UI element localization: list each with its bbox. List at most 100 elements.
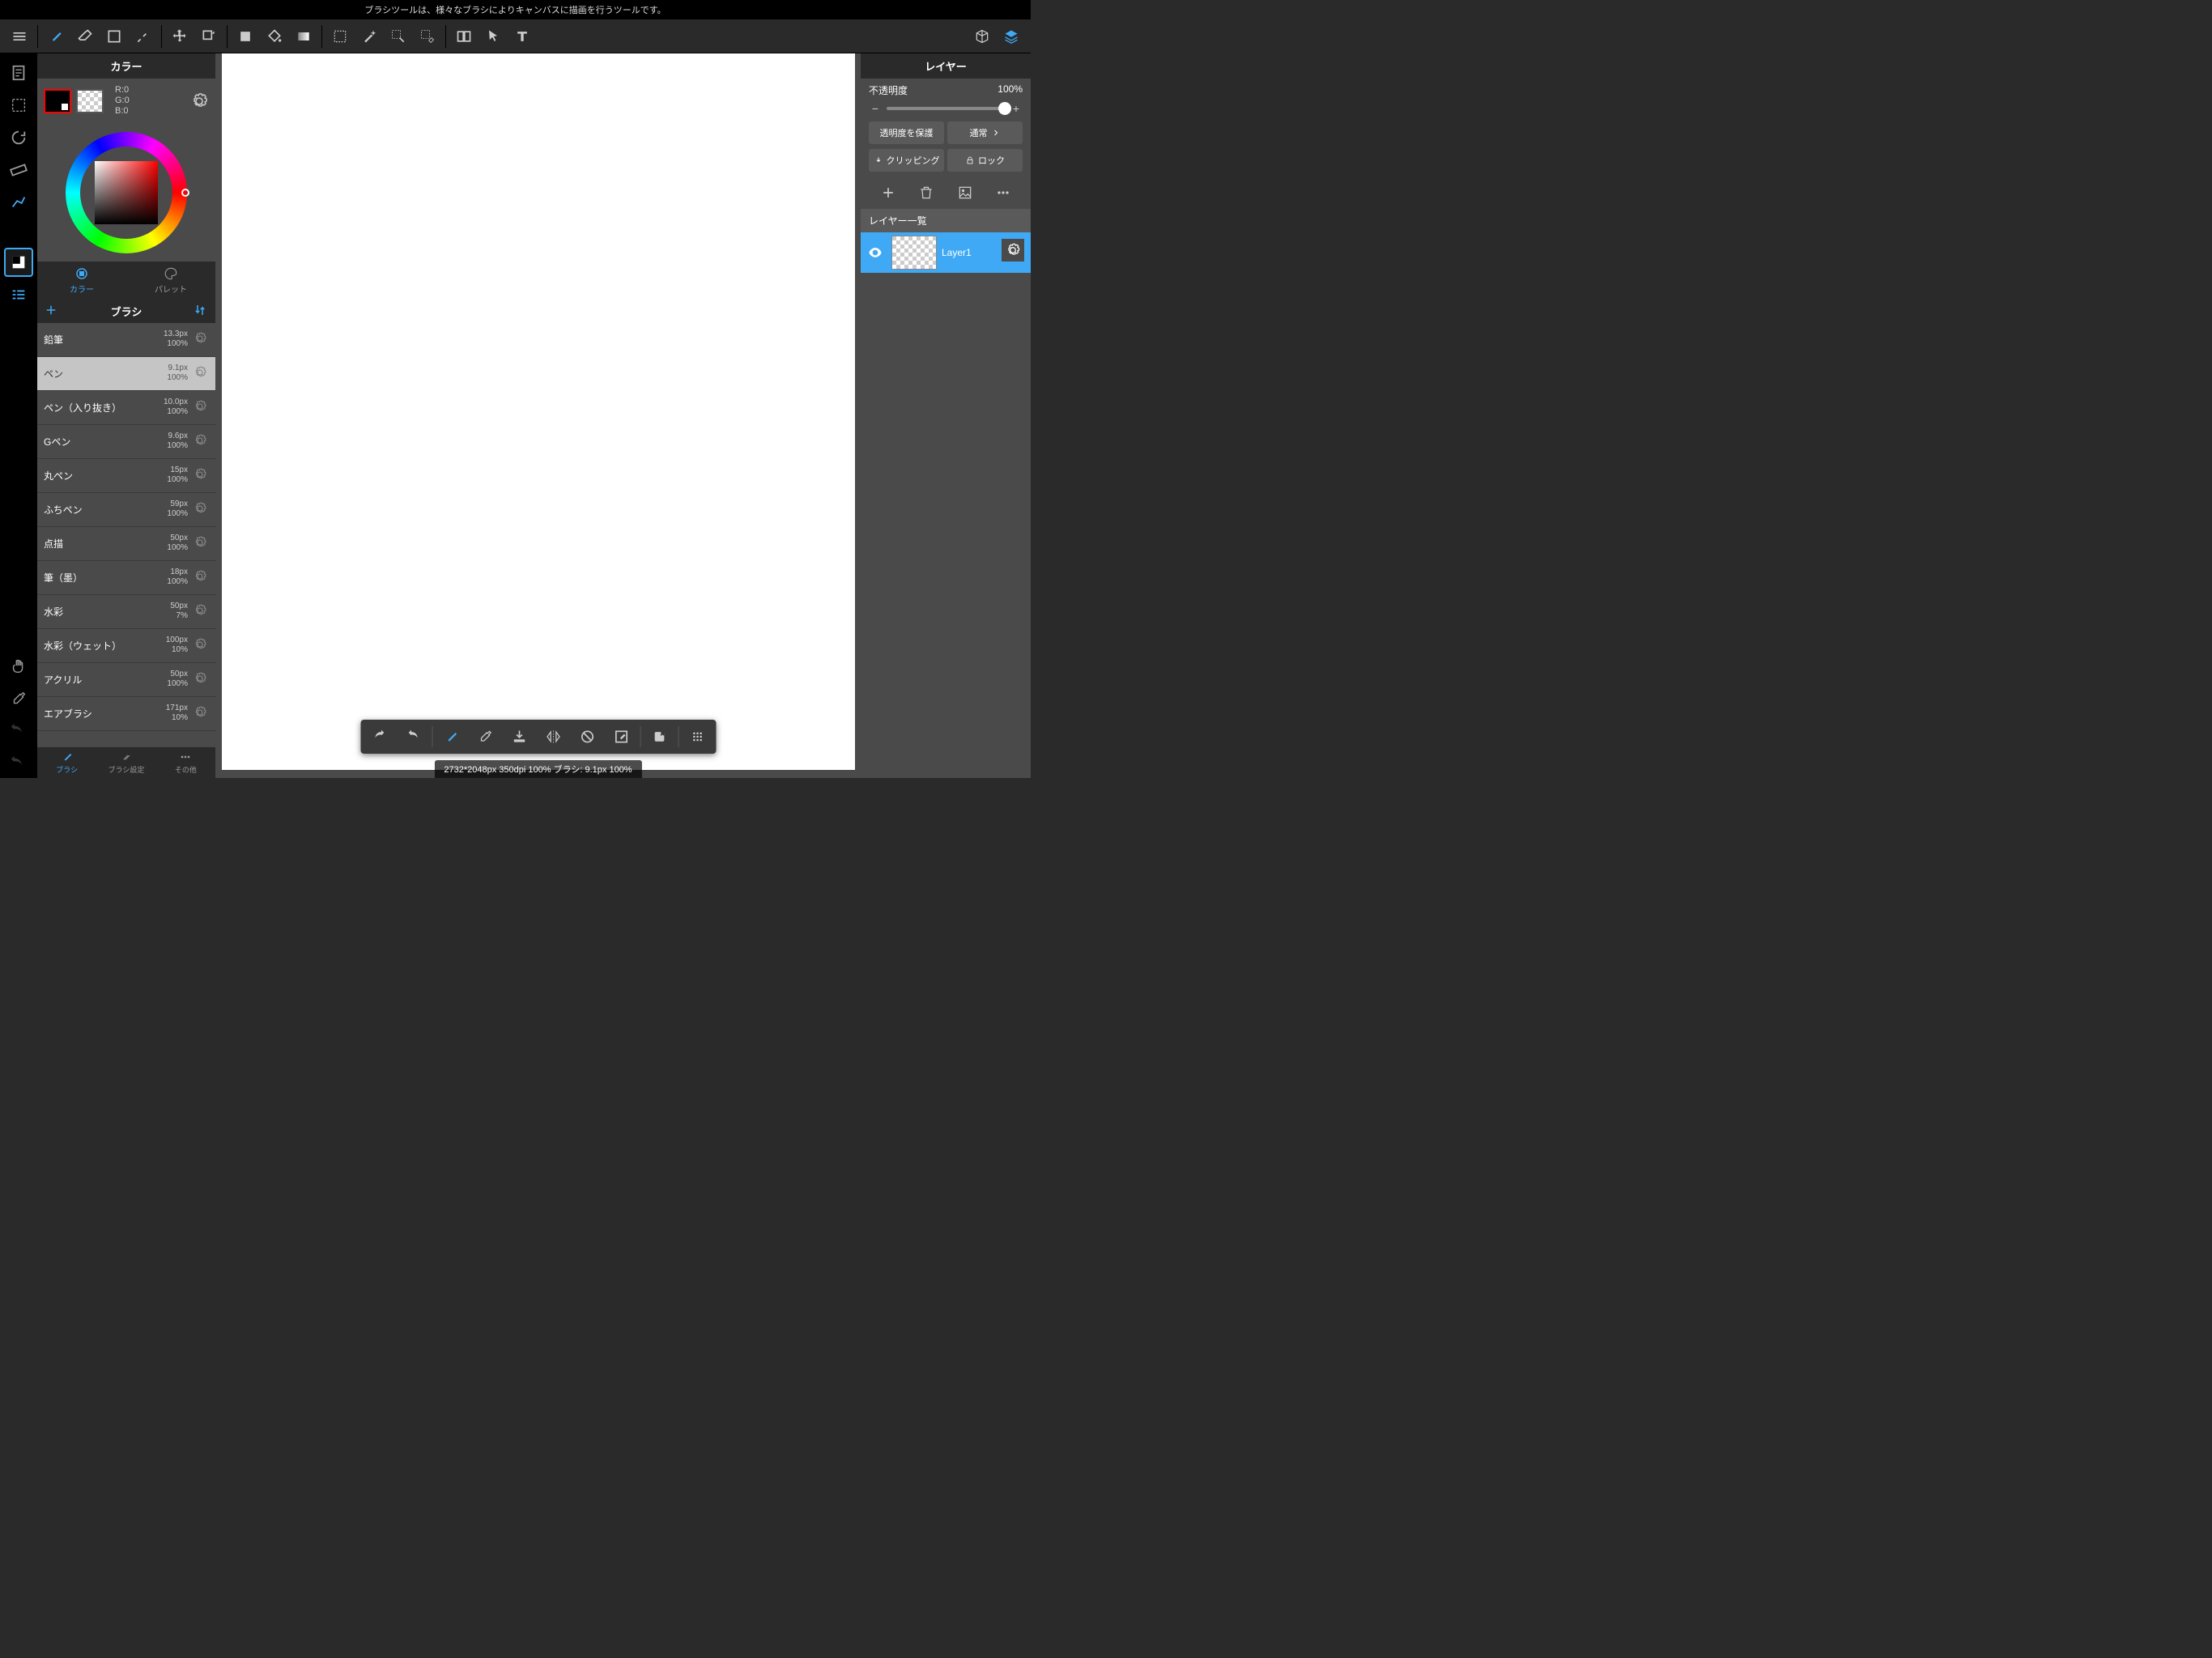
pointer-tool-icon[interactable] — [479, 22, 508, 51]
brush-footer-settings[interactable]: ブラシ設定 — [96, 747, 155, 778]
brush-footer-other[interactable]: その他 — [156, 747, 215, 778]
brush-footer-brush[interactable]: ブラシ — [37, 747, 96, 778]
brush-tool-icon[interactable] — [41, 22, 70, 51]
more-layer-icon[interactable] — [993, 183, 1013, 202]
brush-gear-icon[interactable] — [193, 603, 209, 619]
select-brush-icon[interactable] — [384, 22, 413, 51]
sort-brushes-icon[interactable] — [193, 303, 209, 320]
brush-name: アクリル — [44, 673, 167, 687]
layers-icon[interactable] — [997, 22, 1026, 51]
protect-alpha-button[interactable]: 透明度を保護 — [869, 121, 944, 144]
brush-values: 50px100% — [167, 534, 188, 553]
select-rect-icon[interactable] — [325, 22, 355, 51]
brush-gear-icon[interactable] — [193, 433, 209, 449]
brush-item[interactable]: Gペン 9.6px100% — [37, 425, 215, 459]
layer-visibility-icon[interactable] — [864, 241, 887, 264]
opacity-value: 100% — [998, 83, 1023, 97]
brush-gear-icon[interactable] — [193, 535, 209, 551]
eyedropper-tool-icon[interactable] — [4, 684, 33, 713]
brush-item[interactable]: 水彩 50px7% — [37, 595, 215, 629]
background-color-swatch[interactable] — [76, 89, 104, 113]
reference-tab-icon[interactable] — [4, 188, 33, 217]
brush-gear-icon[interactable] — [193, 467, 209, 483]
fill-tool-icon[interactable] — [231, 22, 260, 51]
color-tab[interactable]: カラー — [37, 261, 126, 300]
brush-item[interactable]: エアブラシ 171px10% — [37, 697, 215, 731]
add-brush-icon[interactable] — [44, 303, 60, 320]
magic-wand-icon[interactable] — [355, 22, 384, 51]
brush-item[interactable]: 点描 50px100% — [37, 527, 215, 561]
clipping-button[interactable]: クリッピング — [869, 149, 944, 172]
brush-item[interactable]: ペン（入り抜き） 10.0px100% — [37, 391, 215, 425]
transform-tool-icon[interactable] — [194, 22, 223, 51]
brush-gear-icon[interactable] — [193, 569, 209, 585]
opacity-label: 不透明度 — [869, 83, 908, 97]
brush-gear-icon[interactable] — [193, 365, 209, 381]
opacity-plus-icon[interactable]: + — [1010, 102, 1023, 115]
redo-icon[interactable] — [396, 721, 430, 752]
brush-item[interactable]: ふちペン 59px100% — [37, 493, 215, 527]
color-settings-icon[interactable] — [189, 91, 209, 111]
image-layer-icon[interactable] — [955, 183, 975, 202]
panel-split-icon[interactable] — [449, 22, 479, 51]
brush-values: 15px100% — [167, 466, 188, 485]
color-panel-tab-icon[interactable] — [4, 248, 33, 277]
brush-name: ふちペン — [44, 503, 167, 517]
brush-gear-icon[interactable] — [193, 637, 209, 653]
brush-mode-icon[interactable] — [434, 721, 468, 752]
brush-values: 18px100% — [167, 568, 188, 587]
notes-tab-icon[interactable] — [4, 58, 33, 87]
edit-icon[interactable] — [604, 721, 638, 752]
save-icon[interactable] — [502, 721, 536, 752]
list-tab-icon[interactable] — [4, 280, 33, 309]
opacity-minus-icon[interactable]: − — [869, 102, 882, 115]
dot-tool-icon[interactable] — [129, 22, 158, 51]
gradient-tool-icon[interactable] — [289, 22, 318, 51]
brush-item[interactable]: 鉛筆 13.3px100% — [37, 323, 215, 357]
hand-tool-icon[interactable] — [4, 652, 33, 681]
brush-name: 点描 — [44, 537, 167, 551]
foreground-color-swatch[interactable] — [44, 89, 71, 113]
eraser-tool-icon[interactable] — [70, 22, 100, 51]
opacity-slider[interactable] — [887, 107, 1005, 110]
color-wheel[interactable] — [37, 124, 215, 261]
canvas[interactable] — [222, 53, 855, 770]
fullscreen-icon[interactable] — [642, 721, 676, 752]
brush-gear-icon[interactable] — [193, 671, 209, 687]
brush-item[interactable]: アクリル 50px100% — [37, 663, 215, 697]
menu-icon[interactable] — [5, 22, 34, 51]
eyedropper-icon[interactable] — [468, 721, 502, 752]
brush-item[interactable]: 水彩（ウェット） 100px10% — [37, 629, 215, 663]
bucket-tool-icon[interactable] — [260, 22, 289, 51]
brush-gear-icon[interactable] — [193, 501, 209, 517]
text-tool-icon[interactable] — [508, 22, 537, 51]
ruler-tab-icon[interactable] — [4, 155, 33, 185]
select-eraser-icon[interactable] — [413, 22, 442, 51]
refresh-tab-icon[interactable] — [4, 123, 33, 152]
lock-button[interactable]: ロック — [947, 149, 1023, 172]
palette-tab[interactable]: パレット — [126, 261, 215, 300]
rotate-lock-icon[interactable] — [570, 721, 604, 752]
undo-icon[interactable] — [362, 721, 396, 752]
shape-tool-icon[interactable] — [100, 22, 129, 51]
brush-gear-icon[interactable] — [193, 331, 209, 347]
grid-icon[interactable] — [680, 721, 714, 752]
move-tool-icon[interactable] — [165, 22, 194, 51]
brush-values: 10.0px100% — [164, 397, 188, 417]
delete-layer-icon[interactable] — [917, 183, 936, 202]
brush-gear-icon[interactable] — [193, 399, 209, 415]
brush-item[interactable]: 筆（墨） 18px100% — [37, 561, 215, 595]
layer-settings-icon[interactable] — [1002, 239, 1024, 261]
undo-side-icon[interactable] — [4, 749, 33, 778]
3d-icon[interactable] — [968, 22, 997, 51]
floating-toolbar — [360, 720, 716, 754]
brush-item[interactable]: 丸ペン 15px100% — [37, 459, 215, 493]
brush-name: 丸ペン — [44, 469, 167, 483]
blend-mode-button[interactable]: 通常 — [947, 121, 1023, 144]
flip-icon[interactable] — [536, 721, 570, 752]
redo-side-icon[interactable] — [4, 716, 33, 746]
brush-item[interactable]: ペン 9.1px100% — [37, 357, 215, 391]
brush-gear-icon[interactable] — [193, 705, 209, 721]
selection-tab-icon[interactable] — [4, 91, 33, 120]
add-layer-icon[interactable] — [878, 183, 898, 202]
